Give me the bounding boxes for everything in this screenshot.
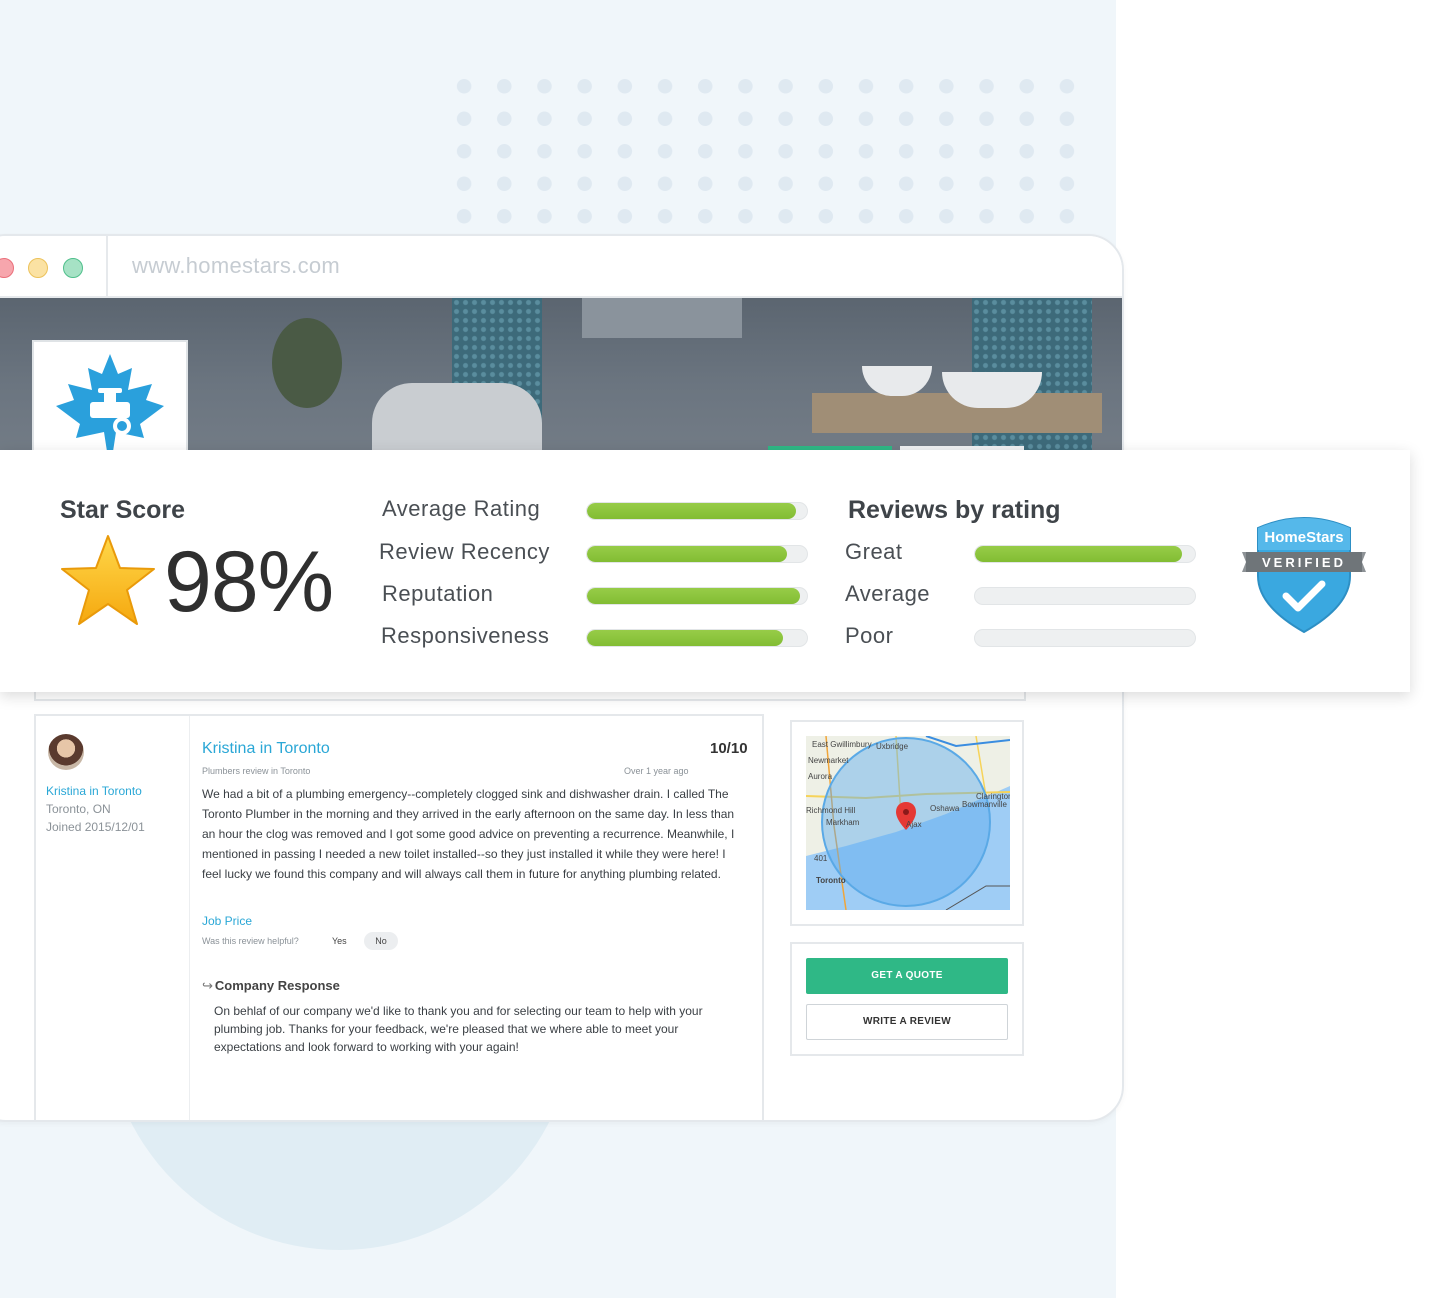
metric-bar-fill — [587, 503, 796, 519]
metric-label-reputation: Reputation — [382, 581, 494, 606]
rating-label-great: Great — [845, 539, 903, 564]
hero-plant — [272, 318, 342, 408]
rating-label-average: Average — [845, 581, 931, 606]
metric-label-average-rating: Average Rating — [382, 496, 541, 521]
page: www.homestars.com Kristina in Toronto To… — [0, 0, 1438, 1298]
metric-bar-average-rating — [586, 502, 808, 520]
rating-bar-average — [974, 587, 1196, 605]
score-panel: Star Score 98% Average Rating Review Rec… — [0, 450, 1410, 692]
map-label-markham: Markham — [826, 818, 860, 827]
map-label-highway-401: 401 — [814, 854, 828, 863]
metric-bar-review-recency — [586, 545, 808, 563]
map-label-toronto: Toronto — [816, 876, 846, 885]
company-response-heading: ↪ Company Response — [202, 978, 340, 994]
review-score: 10/10 — [710, 740, 748, 757]
get-quote-button[interactable]: GET A QUOTE — [806, 958, 1008, 994]
metric-label-review-recency: Review Recency — [379, 539, 550, 564]
company-logo[interactable] — [32, 340, 188, 460]
action-card: GET A QUOTE WRITE A REVIEW — [790, 942, 1024, 1056]
rating-bar-great — [974, 545, 1196, 563]
star-score-value: 98% — [164, 534, 334, 630]
review-age: Over 1 year ago — [624, 766, 689, 776]
reviewer-joined: Joined 2015/12/01 — [46, 820, 145, 834]
metric-label-responsiveness: Responsiveness — [381, 623, 550, 648]
map-label-aurora: Aurora — [808, 772, 833, 781]
reviewer-name-link[interactable]: Kristina in Toronto — [46, 784, 142, 798]
map-label-newmarket: Newmarket — [808, 756, 849, 765]
reply-arrow-icon: ↪ — [202, 978, 213, 993]
review-body: We had a bit of a plumbing emergency--co… — [202, 787, 735, 881]
content-frame — [34, 691, 1026, 701]
map-label-richmond-hill: Richmond Hill — [806, 806, 856, 815]
badge-ribbon-text: VERIFIED — [1262, 555, 1346, 570]
service-area-map[interactable]: East Gwillimbury Aurora Newmarket Richmo… — [806, 736, 1010, 910]
helpful-question: Was this review helpful? — [202, 936, 299, 946]
star-score-title: Star Score — [60, 496, 186, 524]
company-response-title: Company Response — [214, 978, 340, 993]
review-card: Kristina in Toronto Toronto, ON Joined 2… — [34, 714, 764, 1120]
reviewer-location: Toronto, ON — [46, 802, 111, 816]
address-bar[interactable]: www.homestars.com — [132, 253, 340, 279]
company-response-body: On behlaf of our company we'd like to th… — [214, 1004, 703, 1054]
map-label-bowmanville: Bowmanville — [962, 800, 1007, 809]
homestars-verified-badge[interactable]: HomeStars VERIFIED — [1240, 510, 1368, 634]
metric-bar-reputation — [586, 587, 808, 605]
reviews-by-rating-title: Reviews by rating — [848, 496, 1061, 524]
metric-bar-fill — [587, 546, 788, 562]
rating-bar-poor — [974, 629, 1196, 647]
map-label-ajax: Ajax — [906, 820, 922, 829]
toolbar-divider — [106, 236, 108, 298]
review-category: Plumbers review in Toronto — [202, 766, 311, 776]
review-title[interactable]: Kristina in Toronto — [202, 740, 330, 758]
dot-pattern — [444, 70, 1084, 240]
browser-toolbar: www.homestars.com — [0, 236, 1122, 298]
map-label-east-gwillimbury: East Gwillimbury — [812, 740, 872, 749]
job-price-link[interactable]: Job Price — [202, 914, 252, 928]
maple-leaf-faucet-icon — [56, 354, 164, 458]
star-icon — [61, 535, 155, 625]
metric-bar-fill — [587, 588, 801, 604]
minimize-window-icon[interactable] — [28, 258, 48, 278]
hero-bathtub — [372, 383, 542, 458]
reviewer-sidebar: Kristina in Toronto Toronto, ON Joined 2… — [36, 716, 190, 1120]
map-label-clarington: Clarington — [976, 792, 1010, 801]
rating-bar-fill — [975, 546, 1182, 562]
metric-bar-responsiveness — [586, 629, 808, 647]
helpful-no-button[interactable]: No — [364, 932, 398, 950]
write-review-button[interactable]: WRITE A REVIEW — [806, 1004, 1008, 1040]
map-label-oshawa: Oshawa — [930, 804, 960, 813]
helpful-yes-button[interactable]: Yes — [324, 932, 355, 950]
metric-bar-fill — [587, 630, 783, 646]
badge-brand-text: HomeStars — [1264, 529, 1343, 546]
avatar[interactable] — [48, 734, 84, 770]
service-area-card: East Gwillimbury Aurora Newmarket Richmo… — [790, 720, 1024, 926]
hero-window — [582, 298, 742, 338]
hero-sink — [862, 366, 932, 396]
maximize-window-icon[interactable] — [63, 258, 83, 278]
rating-label-poor: Poor — [845, 623, 894, 648]
close-window-icon[interactable] — [0, 258, 14, 278]
map-label-uxbridge: Uxbridge — [876, 742, 909, 751]
